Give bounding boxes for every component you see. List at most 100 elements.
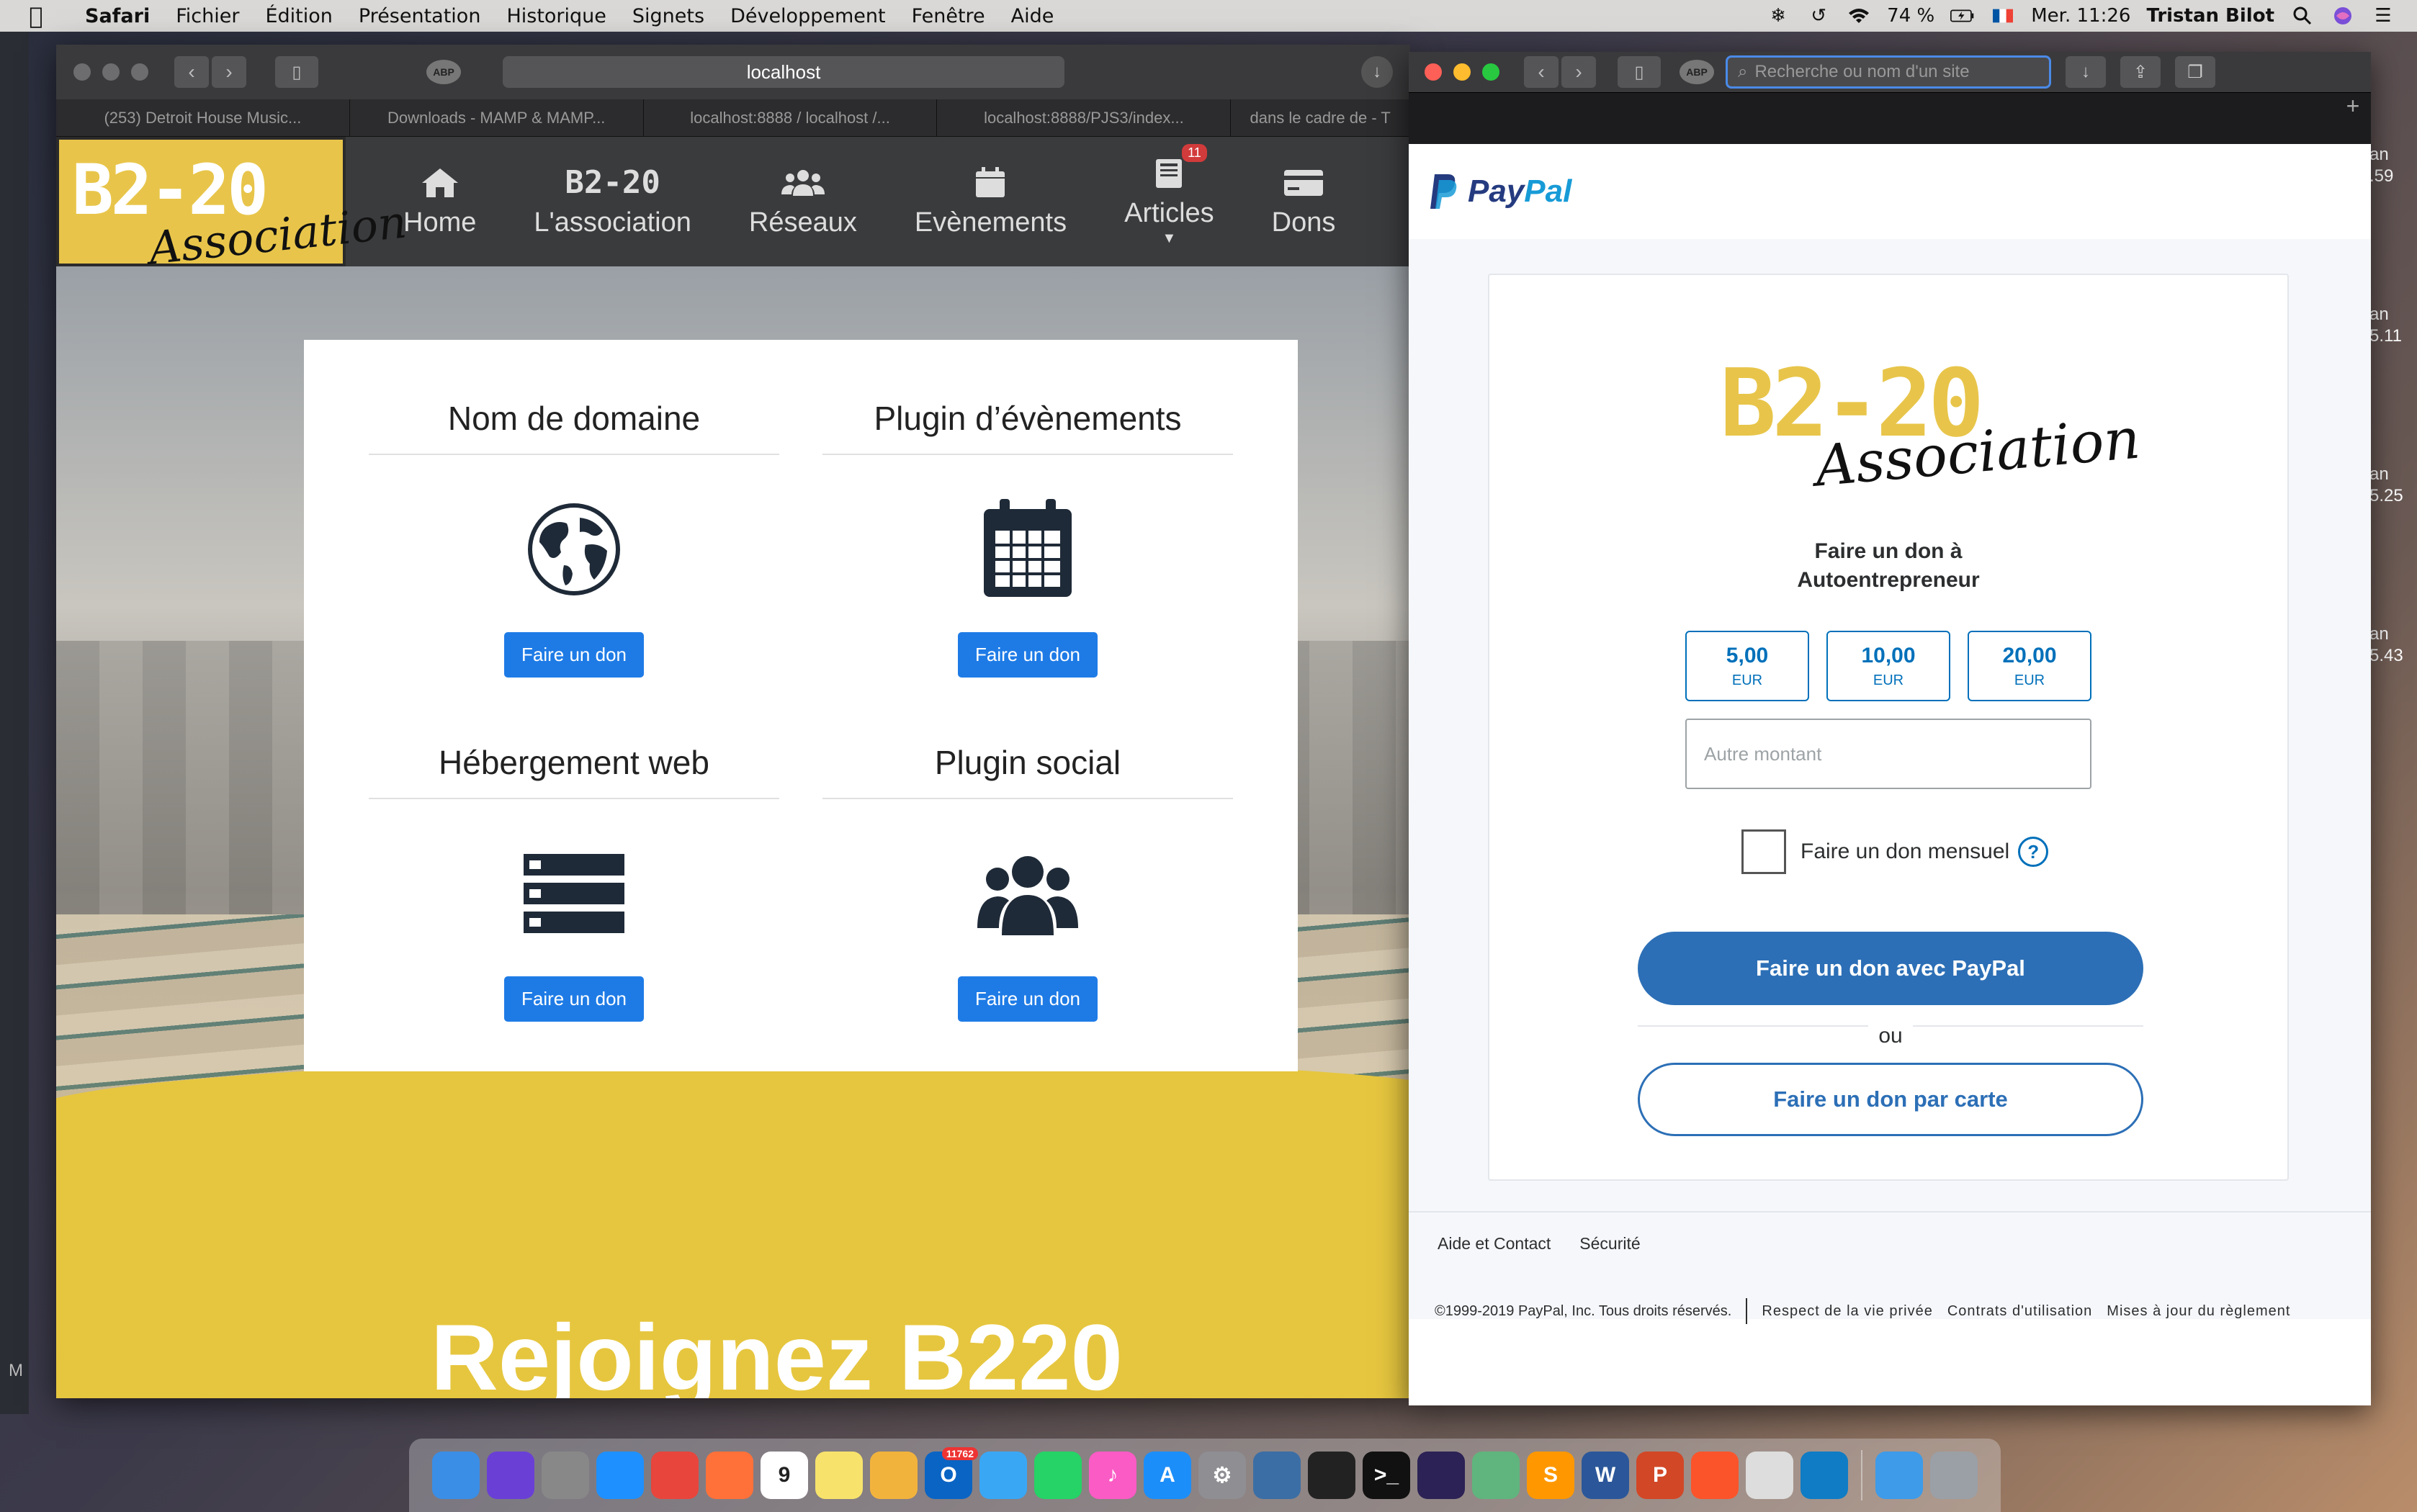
monthly-donation-checkbox[interactable] <box>1741 829 1786 874</box>
battery-icon[interactable] <box>1950 5 1975 27</box>
wifi-icon[interactable] <box>1847 5 1871 27</box>
close-window-button[interactable] <box>1425 63 1442 81</box>
dock-app-store-icon[interactable]: A <box>1144 1452 1191 1499</box>
search-input[interactable]: ⌕ Recherche ou nom d'un site <box>1726 55 2051 89</box>
downloads-icon[interactable]: ↓ <box>1361 56 1393 88</box>
menu-help[interactable]: Aide <box>998 5 1067 27</box>
apple-menu-icon[interactable]:  <box>0 2 72 30</box>
user-name[interactable]: Tristan Bilot <box>2146 5 2274 27</box>
menu-file[interactable]: Fichier <box>163 5 252 27</box>
nav-association[interactable]: B2-20 L'association <box>505 137 720 266</box>
notification-center-icon[interactable]: ☰ <box>2371 5 2395 27</box>
sidebar-toggle-icon[interactable]: ▯ <box>275 56 318 88</box>
battery-percent[interactable]: 74 % <box>1887 5 1934 27</box>
zoom-window-button[interactable] <box>131 63 148 81</box>
sync-icon[interactable]: ↺ <box>1806 5 1831 27</box>
donate-with-card-button[interactable]: Faire un don par carte <box>1638 1063 2143 1136</box>
tab-overview-icon[interactable]: ❐ <box>2175 56 2215 88</box>
dock-word-icon[interactable]: W <box>1582 1452 1629 1499</box>
nav-articles[interactable]: 11 Articles ▼ <box>1095 137 1243 266</box>
new-tab-icon[interactable]: + <box>2335 93 2371 144</box>
menu-bookmarks[interactable]: Signets <box>619 5 717 27</box>
minimize-window-button[interactable] <box>1453 63 1471 81</box>
help-contact-link[interactable]: Aide et Contact <box>1438 1234 1551 1254</box>
dock-terminal-icon[interactable]: >_ <box>1363 1452 1410 1499</box>
spotlight-search-icon[interactable] <box>2290 5 2315 27</box>
amount-option-20[interactable]: 20,00 EUR <box>1968 631 2091 701</box>
menu-safari[interactable]: Safari <box>72 5 163 27</box>
help-icon[interactable]: ? <box>2018 837 2049 867</box>
product-plugin-evenements: Plugin d’évènements Faire un don <box>822 399 1233 678</box>
dock-finder-icon[interactable] <box>432 1452 480 1499</box>
downloads-icon[interactable]: ↓ <box>2066 56 2106 88</box>
policy-updates-link[interactable]: Mises à jour du règlement <box>2107 1303 2290 1320</box>
dock-edge-icon[interactable] <box>1801 1452 1848 1499</box>
address-bar[interactable]: localhost <box>503 56 1064 88</box>
dock-safari-icon[interactable] <box>596 1452 644 1499</box>
menu-history[interactable]: Historique <box>493 5 619 27</box>
menu-view[interactable]: Présentation <box>346 5 494 27</box>
nav-home[interactable]: Home <box>375 137 505 266</box>
dock-siri-icon[interactable] <box>487 1452 534 1499</box>
dock-notes-icon[interactable] <box>815 1452 863 1499</box>
nav-evenements[interactable]: Evènements <box>886 137 1095 266</box>
dock-system-preferences-icon[interactable]: ⚙ <box>1198 1452 1246 1499</box>
nav-reseaux[interactable]: Réseaux <box>720 137 886 266</box>
dock-launchpad-icon[interactable] <box>542 1452 589 1499</box>
faire-un-don-button[interactable]: Faire un don <box>958 976 1098 1022</box>
other-amount-input[interactable]: Autre montant <box>1685 719 2091 789</box>
dock-downloads-folder-icon[interactable] <box>1875 1452 1923 1499</box>
dock-whatsapp-icon[interactable] <box>1034 1452 1082 1499</box>
adblock-icon[interactable]: ABP <box>1680 60 1714 84</box>
dock-powerpoint-icon[interactable]: P <box>1636 1452 1684 1499</box>
dock-atom-icon[interactable] <box>1472 1452 1520 1499</box>
donate-with-paypal-button[interactable]: Faire un don avec PayPal <box>1638 932 2143 1005</box>
back-arrow-icon[interactable]: ‹ <box>1524 56 1559 88</box>
clock[interactable]: Mer. 11:26 <box>2031 5 2130 27</box>
dock-calendar-icon[interactable]: 9 <box>761 1452 808 1499</box>
dock-activity-monitor-icon[interactable] <box>1308 1452 1355 1499</box>
sidebar-toggle-icon[interactable]: ▯ <box>1618 56 1661 88</box>
faire-un-don-button[interactable]: Faire un don <box>504 976 644 1022</box>
dock-photos-icon[interactable] <box>870 1452 918 1499</box>
dock-sublime-text-icon[interactable]: S <box>1527 1452 1574 1499</box>
dock-xcode-tool-icon[interactable] <box>1253 1452 1301 1499</box>
dock-itunes-icon[interactable]: ♪ <box>1089 1452 1136 1499</box>
faire-un-don-button[interactable]: Faire un don <box>504 632 644 678</box>
dock-messages-icon[interactable] <box>979 1452 1027 1499</box>
flag-fr-icon[interactable] <box>1991 5 2015 27</box>
dock-firefox-icon[interactable] <box>706 1452 753 1499</box>
tab-phpmyadmin[interactable]: localhost:8888 / localhost /... <box>644 99 938 136</box>
security-link[interactable]: Sécurité <box>1579 1234 1640 1254</box>
menu-window[interactable]: Fenêtre <box>899 5 998 27</box>
zoom-window-button[interactable] <box>1482 63 1499 81</box>
snowflake-icon[interactable]: ❄ <box>1766 5 1790 27</box>
dock-brave-icon[interactable] <box>1691 1452 1739 1499</box>
dock-sequel-pro-icon[interactable] <box>1746 1452 1793 1499</box>
close-window-button[interactable] <box>73 63 91 81</box>
menu-develop[interactable]: Développement <box>717 5 899 27</box>
menu-edit[interactable]: Édition <box>252 5 345 27</box>
amount-option-10[interactable]: 10,00 EUR <box>1826 631 1950 701</box>
terms-link[interactable]: Contrats d'utilisation <box>1947 1303 2092 1320</box>
forward-arrow-icon[interactable]: › <box>1561 56 1596 88</box>
back-arrow-icon[interactable]: ‹ <box>174 56 209 88</box>
dock-outlook-icon[interactable]: O 11762 <box>925 1447 978 1499</box>
dock-chrome-icon[interactable] <box>651 1452 699 1499</box>
faire-un-don-button[interactable]: Faire un don <box>958 632 1098 678</box>
nav-dons[interactable]: Dons <box>1243 137 1365 266</box>
siri-icon[interactable] <box>2331 5 2355 27</box>
dock-trash-icon[interactable] <box>1930 1452 1978 1499</box>
tab-dans-le-cadre[interactable]: dans le cadre de - T <box>1231 99 1410 136</box>
share-icon[interactable]: ⇪ <box>2120 56 2161 88</box>
tab-pjs3-index[interactable]: localhost:8888/PJS3/index... <box>937 99 1232 136</box>
site-logo[interactable]: B2-20 Association <box>56 137 409 275</box>
minimize-window-button[interactable] <box>102 63 120 81</box>
tab-mamp-downloads[interactable]: Downloads - MAMP & MAMP... <box>350 99 644 136</box>
tab-youtube[interactable]: (253) Detroit House Music... <box>56 99 350 136</box>
dock-eclipse-icon[interactable] <box>1417 1452 1465 1499</box>
amount-option-5[interactable]: 5,00 EUR <box>1685 631 1809 701</box>
adblock-icon[interactable]: ABP <box>426 60 461 84</box>
forward-arrow-icon[interactable]: › <box>212 56 246 88</box>
privacy-link[interactable]: Respect de la vie privée <box>1762 1303 1932 1320</box>
